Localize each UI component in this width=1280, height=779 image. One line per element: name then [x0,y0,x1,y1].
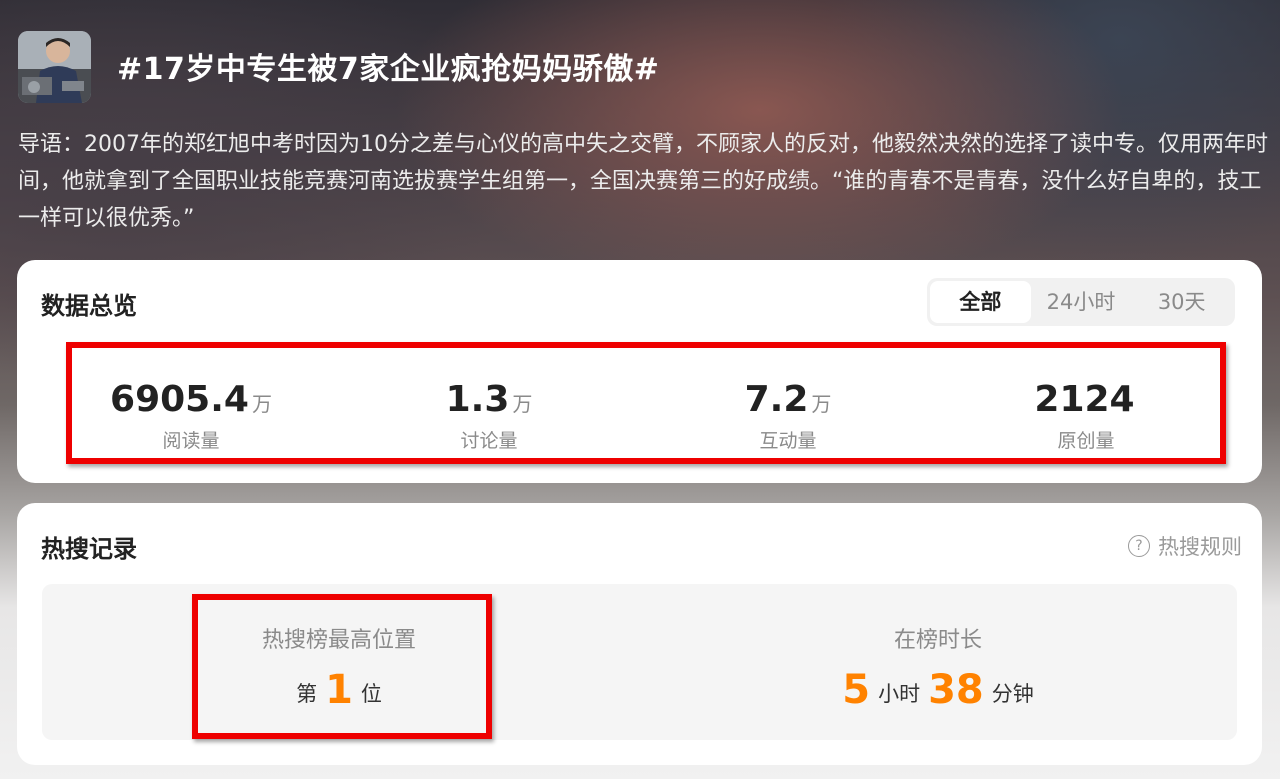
time-on-list-value-row: 5 小时 38 分钟 [728,666,1148,718]
hot-search-card: 热搜记录 ? 热搜规则 热搜榜最高位置 第1位 在榜时长 5 小时 38 分钟 [17,503,1262,765]
time-on-list-hours-unit: 小时 [878,682,921,706]
question-circle-icon: ? [1128,535,1150,557]
time-on-list-hours: 5 [842,667,871,713]
overview-title: 数据总览 [41,292,137,320]
filter-all[interactable]: 全部 [930,281,1031,323]
time-on-list: 在榜时长 5 小时 38 分钟 [728,622,1148,718]
filter-30d[interactable]: 30天 [1131,281,1232,323]
time-range-filter: 全部 24小时 30天 [927,278,1235,326]
stats-highlight-box [66,342,1226,464]
filter-24h[interactable]: 24小时 [1031,281,1132,323]
time-on-list-minutes: 38 [928,667,984,713]
time-on-list-minutes-unit: 分钟 [991,682,1034,706]
time-on-list-label: 在榜时长 [893,628,982,653]
hot-search-rules-link[interactable]: ? 热搜规则 [1128,531,1242,561]
avatar-image [18,31,91,103]
topic-title: #17岁中专生被7家企业疯抢妈妈骄傲# [117,52,660,87]
topic-intro: 导语：2007年的郑红旭中考时因为10分之差与心仪的高中失之交臂，不顾家人的反对… [18,132,1268,231]
highest-rank-highlight-box [192,594,492,739]
hot-search-title: 热搜记录 [41,535,137,563]
avatar[interactable] [18,31,91,103]
hot-search-rules-label: 热搜规则 [1158,535,1242,559]
overview-card: 数据总览 全部 24小时 30天 6905.4 万 阅读量 1.3 万 讨论量 7.… [17,260,1262,483]
